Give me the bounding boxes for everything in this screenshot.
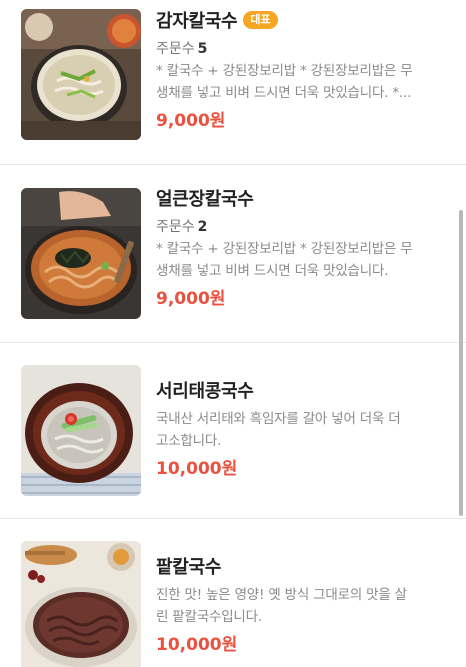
order-count-label: 주문수: [156, 219, 195, 235]
order-count: 주문수 2: [156, 216, 446, 238]
signature-badge: 대표: [243, 11, 278, 29]
menu-info: 감자칼국수 대표 주문수 5 * 칼국수 + 강된장보리밥 * 강된장보리밥은 무…: [156, 8, 446, 132]
menu-info: 얼큰장칼국수 주문수 2 * 칼국수 + 강된장보리밥 * 강된장보리밥은 무 생…: [156, 186, 446, 310]
order-count-value: 2: [197, 219, 208, 235]
menu-item-seoritae-kongguksu[interactable]: 서리태콩국수 국내산 서리태와 흑임자를 갈아 넣어 더욱 더 고소합니다. 1…: [0, 343, 466, 519]
description-line-2: 고소합니다.: [156, 433, 222, 449]
menu-name: 서리태콩국수: [156, 381, 254, 402]
menu-name: 감자칼국수: [156, 11, 238, 32]
menu-item-eolkeun-jang-kalguksu[interactable]: 얼큰장칼국수 주문수 2 * 칼국수 + 강된장보리밥 * 강된장보리밥은 무 생…: [0, 165, 466, 343]
menu-name: 팥칼국수: [156, 557, 222, 578]
menu-item-gamja-kalguksu[interactable]: 감자칼국수 대표 주문수 5 * 칼국수 + 강된장보리밥 * 강된장보리밥은 무…: [0, 0, 466, 165]
menu-name-row: 얼큰장칼국수: [156, 186, 446, 210]
description-line-1: 국내산 서리태와 흑임자를 갈아 넣어 더욱 더: [156, 411, 401, 427]
description-line-1: * 칼국수 + 강된장보리밥 * 강된장보리밥은 무: [156, 63, 413, 79]
order-count: 주문수 5: [156, 38, 446, 60]
food-image-seoritae-kongguksu: [21, 365, 141, 496]
menu-description: * 칼국수 + 강된장보리밥 * 강된장보리밥은 무 생채를 넣고 비벼 드시면…: [156, 238, 446, 282]
food-image-eolkeun-jang-kalguksu: [21, 188, 141, 319]
order-count-value: 5: [197, 41, 208, 57]
menu-description: 진한 맛! 높은 영양! 옛 방식 그대로의 맛을 살 린 팥칼국수입니다.: [156, 584, 446, 628]
menu-price: 10,000원: [156, 635, 238, 655]
menu-name-row: 서리태콩국수: [156, 378, 446, 402]
menu-price: 9,000원: [156, 289, 226, 309]
menu-info: 서리태콩국수 국내산 서리태와 흑임자를 갈아 넣어 더욱 더 고소합니다. 1…: [156, 378, 446, 480]
menu-list: 감자칼국수 대표 주문수 5 * 칼국수 + 강된장보리밥 * 강된장보리밥은 무…: [0, 0, 466, 667]
description-line-2: 린 팥칼국수입니다.: [156, 609, 262, 625]
food-image-gamja-kalguksu: [21, 9, 141, 140]
order-count-label: 주문수: [156, 41, 195, 57]
menu-name: 얼큰장칼국수: [156, 189, 254, 210]
menu-description: * 칼국수 + 강된장보리밥 * 강된장보리밥은 무 생채를 넣고 비벼 드시면…: [156, 60, 446, 104]
description-line-1: * 칼국수 + 강된장보리밥 * 강된장보리밥은 무: [156, 241, 413, 257]
menu-name-row: 팥칼국수: [156, 554, 446, 578]
vertical-scrollbar[interactable]: [459, 210, 463, 516]
description-line-1: 진한 맛! 높은 영양! 옛 방식 그대로의 맛을 살: [156, 587, 407, 603]
menu-price: 9,000원: [156, 111, 226, 131]
description-line-2: 생채를 넣고 비벼 드시면 더욱 맛있습니다.: [156, 263, 389, 279]
menu-item-pat-kalguksu[interactable]: 팥칼국수 진한 맛! 높은 영양! 옛 방식 그대로의 맛을 살 린 팥칼국수입…: [0, 519, 466, 667]
food-image-pat-kalguksu: [21, 541, 141, 667]
menu-info: 팥칼국수 진한 맛! 높은 영양! 옛 방식 그대로의 맛을 살 린 팥칼국수입…: [156, 554, 446, 656]
menu-description: 국내산 서리태와 흑임자를 갈아 넣어 더욱 더 고소합니다.: [156, 408, 446, 452]
menu-price: 10,000원: [156, 459, 238, 479]
menu-name-row: 감자칼국수 대표: [156, 8, 446, 32]
description-line-2: 생채를 넣고 비벼 드시면 더욱 맛있습니다. *...: [156, 85, 412, 101]
